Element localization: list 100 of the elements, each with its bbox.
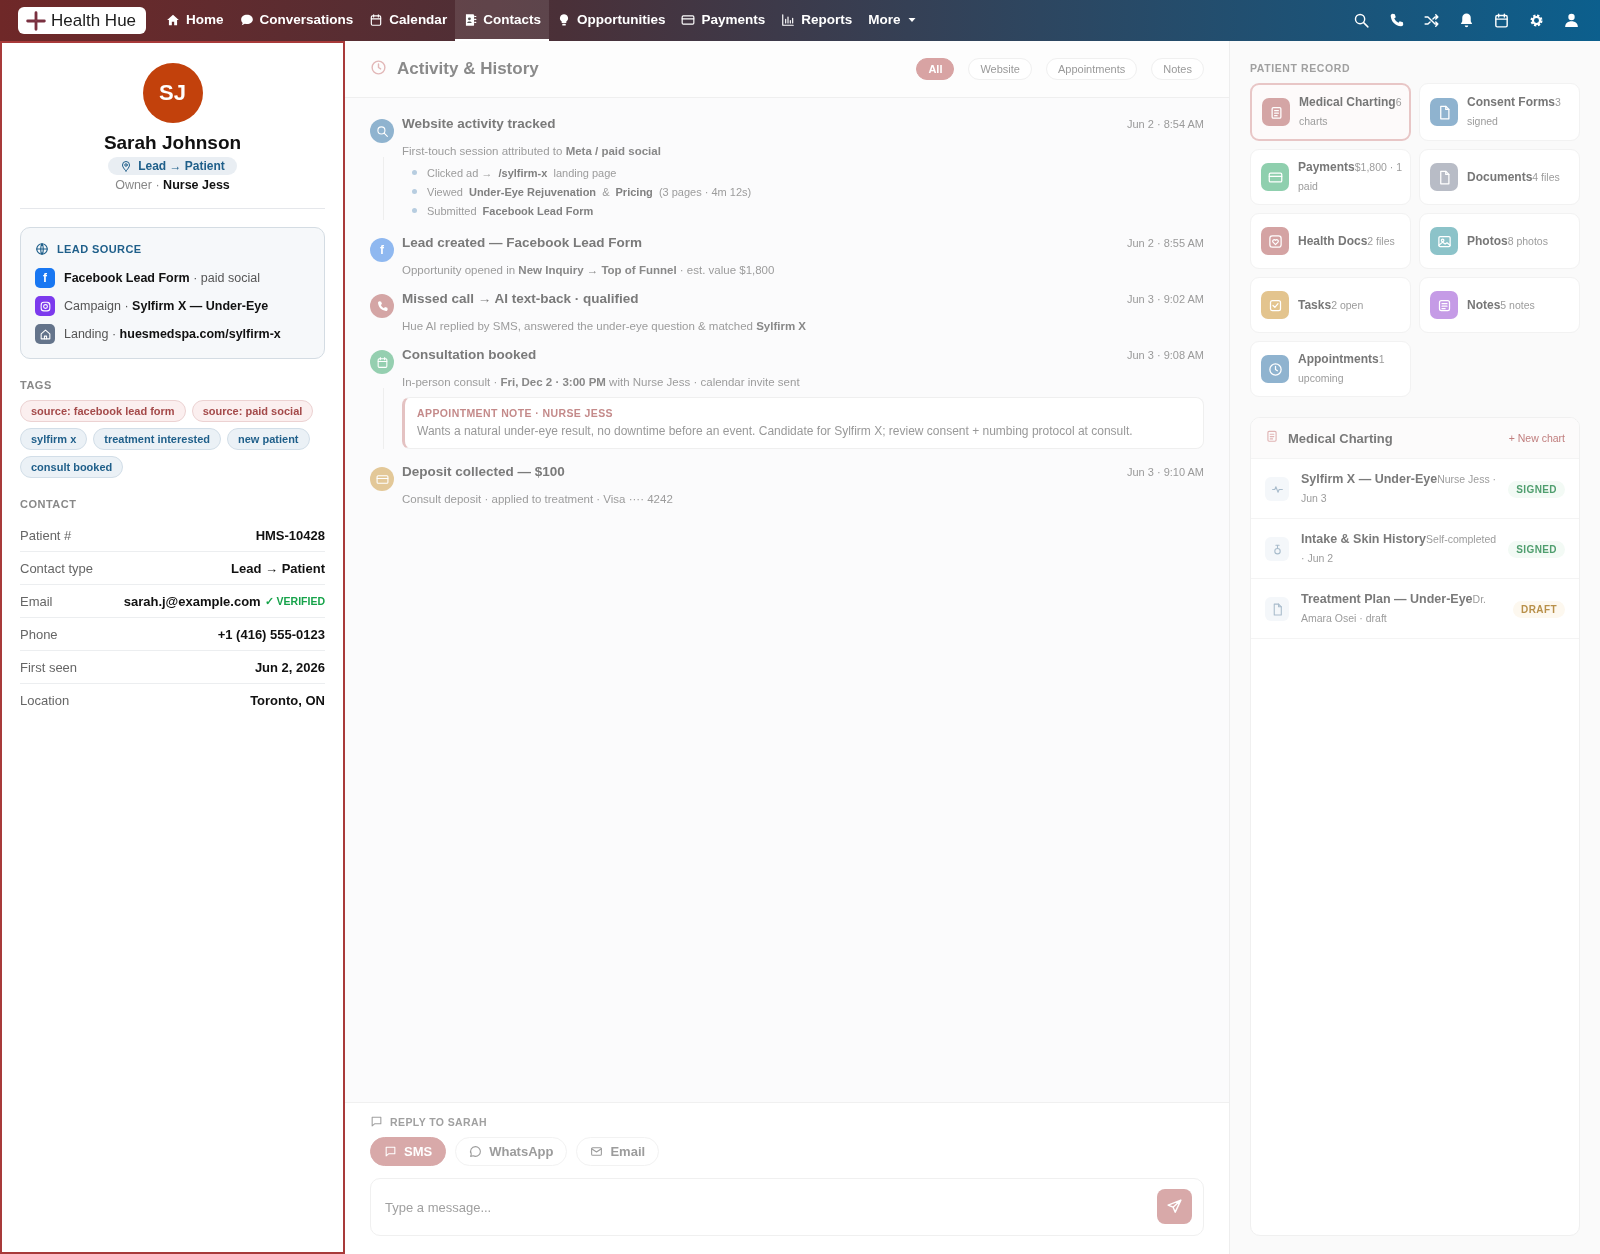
notifications-icon[interactable] — [1458, 12, 1475, 29]
shuffle-icon[interactable] — [1423, 12, 1440, 29]
tag[interactable]: consult booked — [20, 456, 124, 478]
chart-row[interactable]: Treatment Plan — Under-EyeDr. Amara Osei · draft DRAFT — [1251, 579, 1579, 639]
mail-icon — [590, 1145, 604, 1158]
user-icon[interactable] — [1563, 12, 1580, 29]
event-time: Jun 3 · 9:10 AM — [1126, 465, 1204, 480]
more-menu[interactable]: More — [860, 0, 927, 41]
field-label: Patient # — [20, 527, 72, 543]
filter-tab[interactable]: Appointments — [1046, 58, 1138, 80]
tag[interactable]: source: facebook lead form — [20, 400, 186, 422]
field-value: sarah.j@example.com — [123, 593, 261, 609]
brand-logo[interactable]: Health Hue — [18, 7, 147, 34]
panel-title: Activity & History — [397, 59, 540, 79]
step-text: Submitted Facebook Lead Form — [427, 204, 595, 217]
facebook-icon: f — [35, 268, 55, 288]
pin-icon — [120, 160, 133, 172]
record-tile[interactable]: Photos8 photos — [1419, 213, 1580, 269]
verified-label: ✓ VERIFIED — [264, 595, 325, 607]
source-text: Campaign · Sylfirm X — Under-Eye — [64, 299, 269, 313]
record-tile[interactable]: Appointments1 upcoming — [1250, 341, 1411, 397]
phone-icon[interactable] — [1388, 12, 1405, 29]
event-title: Website activity tracked — [402, 116, 557, 133]
tag[interactable]: source: paid social — [191, 400, 314, 422]
tag[interactable]: treatment interested — [93, 428, 221, 450]
filter-tab[interactable]: Notes — [1151, 58, 1204, 80]
event-detail: First-touch session attributed to Meta / paid social — [402, 145, 662, 157]
tag[interactable]: sylfirm x — [20, 428, 88, 450]
filter-tab[interactable]: Website — [968, 58, 1032, 80]
event-time: Jun 3 · 9:02 AM — [1126, 292, 1204, 307]
field-value: Lead → Patient — [231, 560, 325, 576]
field-label: Contact type — [20, 560, 93, 576]
nav-tab[interactable]: Conversations — [231, 0, 362, 41]
field-value: HMS-10428 — [255, 527, 325, 543]
event-time: Jun 2 · 8:54 AM — [1126, 117, 1204, 132]
field-label: Email — [20, 593, 53, 609]
bullet-icon — [412, 208, 417, 213]
channel-tab[interactable]: Email — [576, 1137, 660, 1166]
nav-tab[interactable]: Contacts — [455, 0, 549, 41]
bullet-icon — [412, 170, 417, 175]
event-detail: Hue AI replied by SMS, answered the under-eye question & matched Sylfirm X — [402, 320, 807, 332]
event-time: Jun 3 · 9:08 AM — [1126, 348, 1204, 363]
home-icon — [166, 12, 181, 27]
stage-label: Lead → Patient — [138, 159, 225, 173]
globe-icon — [35, 242, 49, 256]
field-label: Location — [20, 692, 70, 708]
event-title: Deposit collected — $100 — [402, 464, 566, 481]
chat-icon — [384, 1145, 397, 1158]
contact-card-icon — [463, 12, 478, 27]
chat-icon — [370, 1115, 383, 1128]
record-tile[interactable]: Medical Charting6 charts — [1250, 83, 1411, 141]
settings-icon[interactable] — [1528, 12, 1545, 29]
field-value: Jun 2, 2026 — [254, 659, 325, 675]
bullet-icon — [412, 189, 417, 194]
channel-tab[interactable]: WhatsApp — [455, 1137, 568, 1166]
record-tile[interactable]: Documents4 files — [1419, 149, 1580, 205]
event-title: Lead created — Facebook Lead Form — [402, 235, 644, 252]
field-value: +1 (416) 555-0123 — [217, 626, 325, 642]
record-tile[interactable]: Health Docs2 files — [1250, 213, 1411, 269]
nav-tab[interactable]: Calendar — [361, 0, 456, 41]
tag[interactable]: new patient — [227, 428, 310, 450]
event-detail: Opportunity opened in New Inquiry → Top of Funnel · est. value $1,800 — [402, 264, 776, 276]
section-heading: REPLY TO SARAH — [390, 1115, 487, 1128]
chat-icon — [469, 1145, 483, 1158]
event-time: Jun 2 · 8:55 AM — [1126, 236, 1204, 251]
message-field[interactable]: Type a message... — [370, 1178, 1204, 1236]
nav-tab[interactable]: Home — [158, 0, 232, 41]
note-title: APPOINTMENT NOTE · NURSE JESS — [417, 407, 614, 419]
clipboard-icon — [1265, 429, 1279, 443]
record-tile[interactable]: Notes5 notes — [1419, 277, 1580, 333]
record-tile[interactable]: Payments$1,800 · 1 paid — [1250, 149, 1411, 205]
bar-chart-icon — [781, 12, 796, 27]
status-tag: SIGNED — [1508, 480, 1565, 498]
chart-row[interactable]: Sylfirm X — Under-EyeNurse Jess · Jun 3 SIGNED — [1251, 459, 1579, 519]
section-heading: TAGS — [20, 379, 53, 391]
source-text: Landing · huesmedspa.com/sylfirm-x — [64, 327, 281, 341]
field-label: Phone — [20, 626, 58, 642]
section-heading: PATIENT RECORD — [1250, 62, 1352, 74]
nav-tab[interactable]: Payments — [673, 0, 774, 41]
step-text: Viewed Under-Eye Rejuvenation & Pricing (3 pages · 4m 12s) — [427, 185, 752, 198]
new-chart-link[interactable]: + New chart — [1508, 432, 1565, 444]
search-icon[interactable] — [1353, 12, 1370, 29]
cross-icon — [26, 10, 46, 31]
status-tag: DRAFT — [1513, 600, 1565, 618]
calendar-icon — [369, 12, 384, 27]
chart-row[interactable]: Intake & Skin HistorySelf-completed · Jun 2 SIGNED — [1251, 519, 1579, 579]
nav-tab[interactable]: Reports — [773, 0, 861, 41]
field-value: Toronto, ON — [250, 692, 325, 708]
nav-tab[interactable]: Opportunities — [548, 0, 674, 41]
owner-line: Owner · Nurse Jess — [115, 178, 230, 192]
record-tile[interactable]: Consent Forms3 signed — [1419, 83, 1580, 141]
calendar-icon[interactable] — [1493, 12, 1510, 29]
event-detail: In-person consult · Fri, Dec 2 · 3:00 PM with Nurse Jess · calendar invite sent — [402, 376, 801, 388]
record-tile[interactable]: Tasks2 open — [1250, 277, 1411, 333]
chat-icon — [239, 12, 254, 27]
note-text: Wants a natural under-eye result, no downtime before an event. Candidate for Sylfirm X; review consent + numbing protocol at consult. — [417, 424, 1134, 438]
send-icon — [1166, 1198, 1183, 1215]
event-title: Missed call → AI text-back · qualified — [402, 291, 640, 308]
contact-name: Sarah Johnson — [103, 132, 242, 154]
section-heading: CONTACT — [20, 498, 78, 510]
